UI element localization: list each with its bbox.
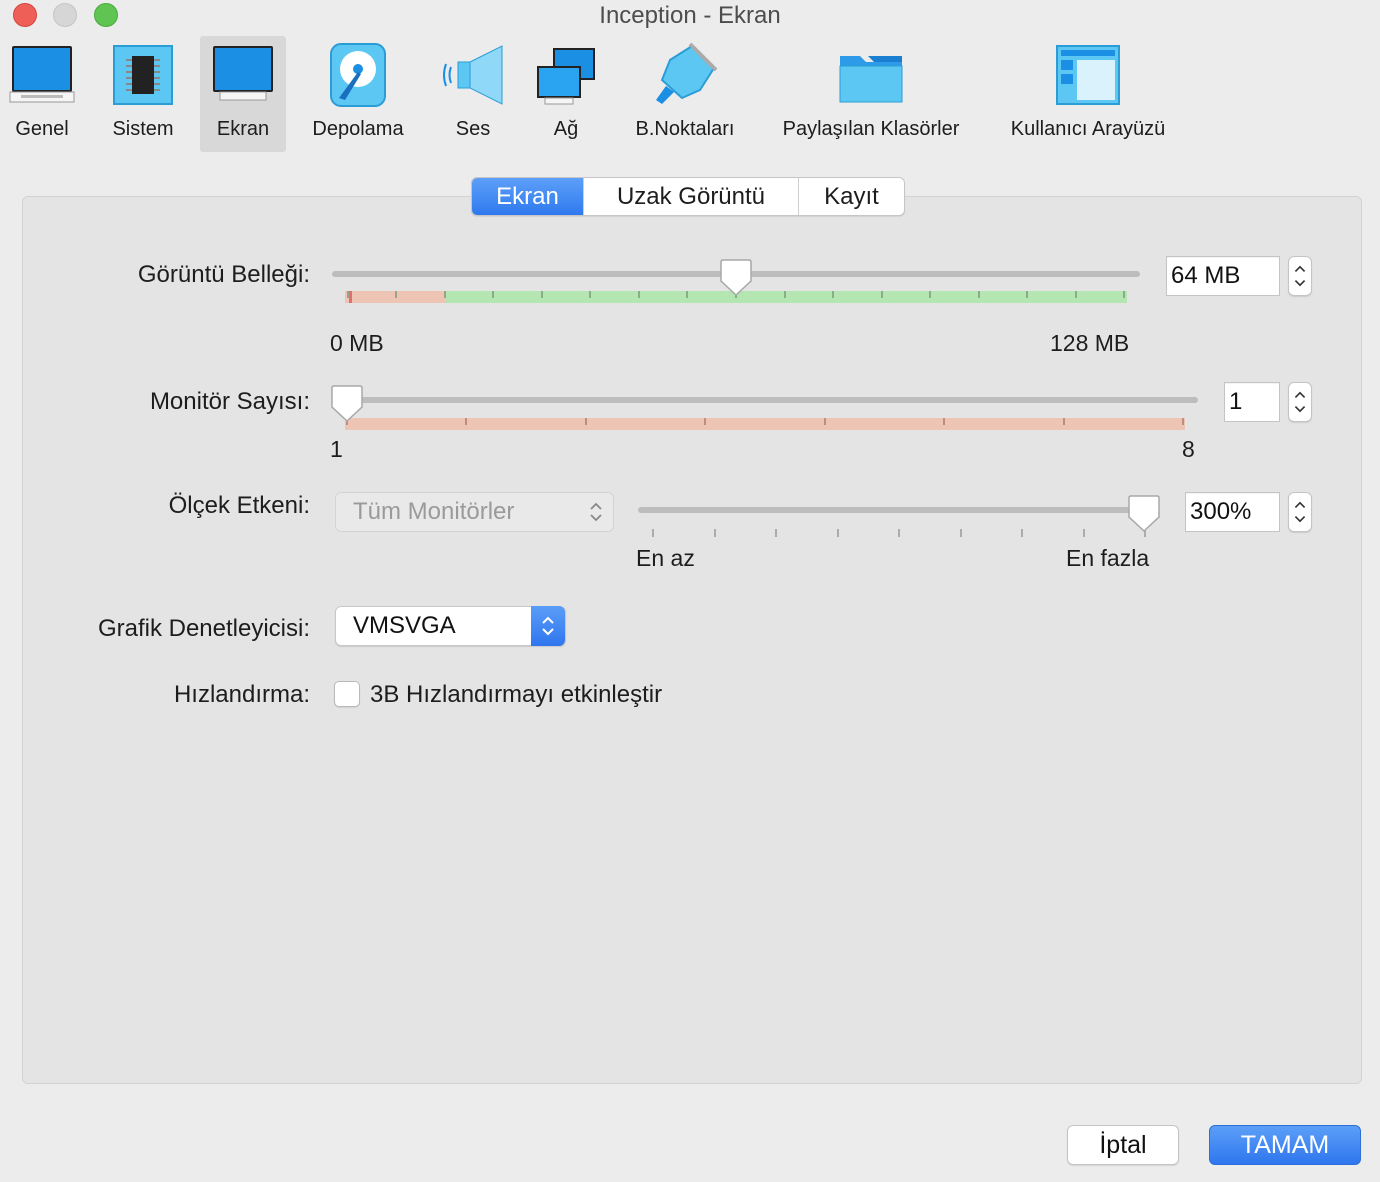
- window-title: Inception - Ekran: [599, 2, 781, 29]
- toolbar-label: Depolama: [312, 118, 404, 140]
- toolbar-label: Genel: [15, 118, 69, 140]
- tab-recording[interactable]: Kayıt: [799, 178, 904, 215]
- monitor-count-input[interactable]: 1: [1224, 382, 1280, 422]
- monitor-count-slider-thumb[interactable]: [331, 385, 363, 423]
- tab-remote-display[interactable]: Uzak Görüntü: [584, 178, 799, 215]
- enable-3d-acceleration-label[interactable]: 3B Hızlandırmayı etkinleştir: [370, 681, 662, 709]
- monitor-count-min-label: 1: [330, 436, 343, 462]
- monitor-count-stepper[interactable]: [1288, 382, 1312, 422]
- video-memory-input[interactable]: 64 MB: [1166, 256, 1280, 296]
- toolbar-item-audio[interactable]: Ses: [432, 36, 514, 152]
- toolbar-item-display[interactable]: Ekran: [200, 36, 286, 152]
- toolbar-label: B.Noktaları: [635, 118, 735, 140]
- toolbar-item-user-interface[interactable]: Kullanıcı Arayüzü: [996, 36, 1180, 152]
- toolbar-label: Sistem: [112, 118, 174, 140]
- toolbar-item-system[interactable]: Sistem: [100, 36, 186, 152]
- scale-factor-slider-thumb[interactable]: [1128, 495, 1160, 533]
- toolbar-item-general[interactable]: Genel: [0, 36, 84, 152]
- tab-bar: Ekran Uzak Görüntü Kayıt: [471, 177, 905, 216]
- chip-icon: [113, 45, 173, 105]
- scale-factor-input[interactable]: 300%: [1185, 492, 1280, 532]
- scale-factor-stepper[interactable]: [1288, 492, 1312, 532]
- monitor-count-range-bar: [345, 418, 1185, 430]
- toolbar-label: Paylaşılan Klasörler: [782, 118, 960, 140]
- toolbar-item-storage[interactable]: Depolama: [300, 36, 416, 152]
- hard-disk-icon: [330, 43, 386, 107]
- toolbar-item-shared-folders[interactable]: Paylaşılan Klasörler: [766, 36, 976, 152]
- scale-factor-slider-track[interactable]: [638, 507, 1148, 513]
- scale-factor-ticks: [652, 529, 1146, 537]
- scale-factor-label: Ölçek Etkeni:: [168, 492, 310, 519]
- ok-button[interactable]: TAMAM: [1209, 1125, 1361, 1165]
- video-memory-slider-thumb[interactable]: [720, 259, 752, 297]
- monitor-count-max-label: 8: [1182, 436, 1195, 462]
- video-memory-stepper[interactable]: [1288, 256, 1312, 296]
- video-memory-max-label: 128 MB: [1050, 330, 1130, 356]
- monitor-count-slider-track[interactable]: [332, 397, 1198, 403]
- toolbar-label: Ağ: [553, 118, 579, 140]
- toolbar-item-network[interactable]: Ağ: [524, 36, 608, 152]
- video-memory-label: Görüntü Belleği:: [137, 261, 310, 288]
- scale-factor-min-label: En az: [636, 545, 695, 571]
- select-arrows-icon: [579, 492, 613, 532]
- tab-display[interactable]: Ekran: [472, 178, 584, 215]
- speaker-icon: [443, 45, 503, 105]
- plug-icon: [656, 42, 718, 104]
- display-icon: [213, 46, 273, 101]
- graphics-controller-label: Grafik Denetleyicisi:: [97, 615, 310, 642]
- toolbar-label: Ekran: [216, 118, 270, 140]
- title-bar: Inception - Ekran: [0, 0, 1380, 34]
- select-arrows-icon: [531, 606, 565, 646]
- toolbar-item-ports[interactable]: B.Noktaları: [622, 36, 748, 152]
- monitor-select: Tüm Monitörler: [335, 492, 614, 532]
- toolbar-label: Kullanıcı Arayüzü: [1010, 118, 1166, 140]
- cancel-button[interactable]: İptal: [1067, 1125, 1179, 1165]
- acceleration-label: Hızlandırma:: [173, 681, 310, 708]
- enable-3d-acceleration-checkbox[interactable]: [334, 681, 360, 707]
- graphics-controller-select[interactable]: VMSVGA: [335, 606, 566, 646]
- graphics-controller-value: VMSVGA: [353, 612, 456, 639]
- network-icon: [537, 48, 595, 105]
- scale-factor-max-label: En fazla: [1066, 545, 1150, 571]
- toolbar-label: Ses: [455, 118, 491, 140]
- settings-toolbar: Genel Sistem Ekran Depolama Ses Ağ B.Nok…: [0, 36, 1380, 152]
- folder-icon: [839, 56, 903, 103]
- monitor-general-icon: [9, 46, 75, 103]
- monitor-select-value: Tüm Monitörler: [353, 498, 515, 525]
- monitor-count-label: Monitör Sayısı:: [149, 388, 310, 415]
- window-layout-icon: [1056, 45, 1120, 105]
- video-memory-min-label: 0 MB: [330, 330, 384, 356]
